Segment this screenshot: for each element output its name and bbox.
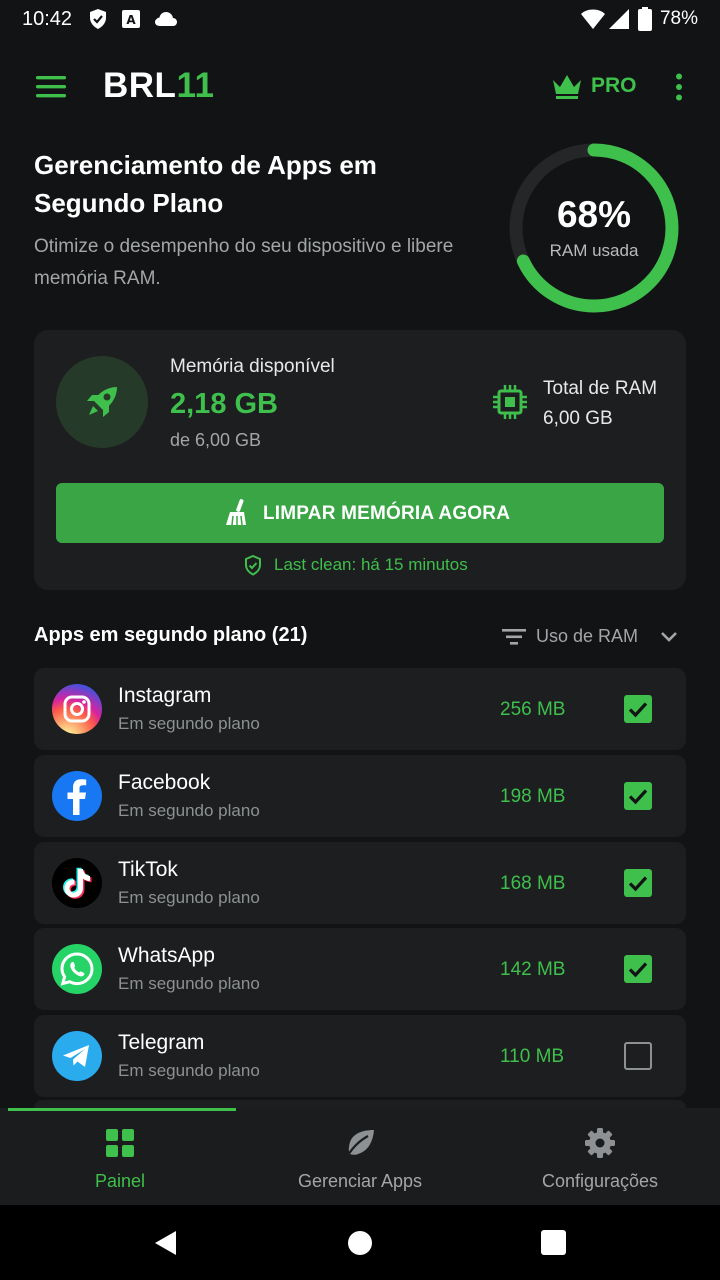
- total-ram-value: 6,00 GB: [543, 408, 613, 429]
- nav-label: Configurações: [541, 1171, 659, 1191]
- clean-memory-button[interactable]: LIMPAR MEMÓRIA AGORA: [56, 483, 664, 543]
- clean-memory-label: LIMPAR MEMÓRIA AGORA: [263, 503, 511, 524]
- gear-icon: [584, 1127, 616, 1164]
- app-select-checkbox[interactable]: [624, 695, 652, 723]
- available-memory-value: 2,18 GB: [170, 388, 278, 420]
- last-clean-text: Last clean: há 15 minutos: [274, 555, 468, 574]
- tiktok-icon: [52, 858, 102, 908]
- app-state: Em segundo plano: [118, 801, 260, 820]
- telegram-icon: [52, 1031, 102, 1081]
- total-ram-label: Total de RAM: [543, 378, 658, 399]
- signal-icon: [608, 8, 630, 35]
- status-time: 10:42: [22, 8, 73, 30]
- app-row-instagram[interactable]: Instagram Em segundo plano 256 MB: [34, 668, 686, 750]
- whatsapp-icon: [52, 944, 102, 994]
- app-memory: 256 MB: [500, 699, 566, 720]
- app-name: WhatsApp: [118, 944, 215, 967]
- sort-icon: [502, 628, 526, 651]
- brand-main: BRL: [103, 66, 177, 105]
- font-app-icon: A: [121, 9, 141, 34]
- page-subtitle: Otimize o desempenho do seu dispositivo …: [34, 236, 454, 289]
- broom-icon: [224, 499, 250, 532]
- app-memory: 110 MB: [500, 1046, 565, 1067]
- cloud-icon: [154, 10, 178, 33]
- app-name: Facebook: [118, 771, 211, 794]
- battery-icon: [638, 7, 652, 36]
- wifi-icon: [580, 8, 606, 35]
- app-select-checkbox[interactable]: [624, 1042, 652, 1070]
- app-state: Em segundo plano: [118, 714, 260, 733]
- bottom-navigation: Painel Gerenciar Apps Configurações: [0, 1108, 720, 1205]
- app-row-telegram[interactable]: Telegram Em segundo plano 110 MB: [34, 1015, 686, 1097]
- home-icon[interactable]: [347, 1230, 373, 1261]
- back-icon[interactable]: [152, 1229, 178, 1262]
- app-select-checkbox[interactable]: [624, 782, 652, 810]
- shield-icon: [88, 8, 108, 35]
- chevron-down-icon: [660, 630, 678, 648]
- app-select-checkbox[interactable]: [624, 955, 652, 983]
- list-item-partial: [34, 1100, 686, 1108]
- app-brand: BRL11: [103, 66, 214, 106]
- brand-accent: 11: [176, 66, 215, 105]
- rocket-badge: [56, 356, 148, 448]
- ram-usage-label: RAM usada: [549, 241, 639, 260]
- rocket-icon: [81, 381, 123, 428]
- menu-icon[interactable]: [36, 76, 66, 98]
- app-select-checkbox[interactable]: [624, 869, 652, 897]
- app-name: TikTok: [118, 858, 178, 881]
- apps-section-title: Apps em segundo plano (21): [34, 624, 308, 646]
- pro-label: PRO: [591, 74, 637, 97]
- ram-percent: 68%: [556, 194, 632, 235]
- nav-item-configuracoes[interactable]: Configurações: [480, 1108, 720, 1205]
- facebook-icon: [52, 771, 102, 821]
- page-title: Gerenciamento de Apps em Segundo Plano: [34, 150, 377, 218]
- shield-check-icon: [244, 554, 262, 581]
- nav-item-painel[interactable]: Painel: [0, 1108, 240, 1205]
- battery-percent: 78%: [659, 8, 698, 29]
- app-memory: 168 MB: [500, 873, 566, 894]
- app-row-tiktok[interactable]: TikTok Em segundo plano 168 MB: [34, 842, 686, 924]
- svg-text:A: A: [126, 13, 136, 27]
- app-name: Instagram: [118, 684, 212, 707]
- status-bar: 10:42 A 78%: [0, 0, 720, 40]
- nav-label: Painel: [94, 1171, 146, 1191]
- nav-label: Gerenciar Apps: [297, 1171, 423, 1191]
- sort-label: Uso de RAM: [536, 626, 639, 646]
- app-state: Em segundo plano: [118, 1061, 260, 1080]
- available-memory-label: Memória disponível: [170, 356, 335, 377]
- cpu-chip-icon: [491, 383, 529, 426]
- nav-item-gerenciar-apps[interactable]: Gerenciar Apps: [240, 1108, 480, 1205]
- app-row-facebook[interactable]: Facebook Em segundo plano 198 MB: [34, 755, 686, 837]
- more-options-icon[interactable]: [672, 73, 686, 101]
- available-memory-total: de 6,00 GB: [170, 430, 262, 450]
- dashboard-icon: [105, 1128, 135, 1163]
- system-navigation-bar: [0, 1205, 720, 1280]
- crown-icon: [551, 72, 583, 105]
- app-memory: 198 MB: [500, 786, 566, 807]
- app-row-whatsapp[interactable]: WhatsApp Em segundo plano 142 MB: [34, 928, 686, 1010]
- memory-card: Memória disponível 2,18 GB de 6,00 GB To…: [34, 330, 686, 590]
- leaf-icon: [344, 1128, 376, 1163]
- app-state: Em segundo plano: [118, 974, 260, 993]
- app-name: Telegram: [118, 1031, 205, 1054]
- app-memory: 142 MB: [500, 959, 566, 980]
- app-state: Em segundo plano: [118, 888, 260, 907]
- instagram-icon: [52, 684, 102, 734]
- recents-icon[interactable]: [541, 1230, 566, 1260]
